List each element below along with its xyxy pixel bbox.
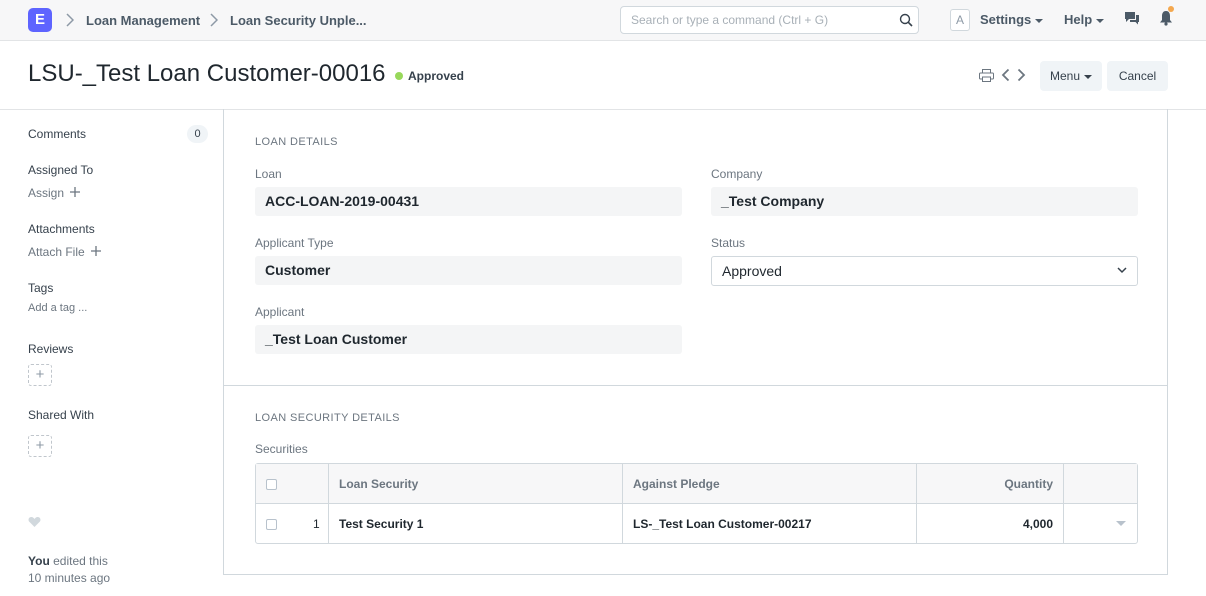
chevron-down-icon [1117,267,1127,274]
applicant-field[interactable]: _Test Loan Customer [255,325,682,354]
caret-down-icon [1084,74,1093,79]
edit-log: You edited this [28,554,108,568]
column-header-against-pledge: Against Pledge [633,477,720,491]
applicant-label: Applicant [255,305,305,319]
status-label: Status [711,236,746,250]
row-expand-icon[interactable] [1116,521,1126,526]
comments-count-badge: 0 [187,125,208,143]
help-label: Help [1064,12,1093,27]
status-select[interactable]: Approved [711,256,1138,286]
search-icon[interactable] [899,13,913,27]
menu-label: Menu [1049,69,1081,83]
notification-dot [1168,6,1174,12]
status-label: Approved [408,69,465,83]
app-logo[interactable]: E [28,8,52,32]
sidebar-reviews-label: Reviews [28,342,74,356]
page-title: LSU-_Test Loan Customer-00016 [28,60,386,87]
column-header-loan-security: Loan Security [339,477,419,491]
breadcrumb-loan-security-unpledge[interactable]: Loan Security Unple... [230,13,367,28]
attach-file-link[interactable]: Attach File [28,245,102,259]
plus-icon [70,187,81,197]
caret-down-icon [1035,18,1044,23]
assign-label: Assign [28,186,65,200]
user-avatar[interactable]: A [950,9,970,31]
search-input[interactable] [621,7,881,33]
breadcrumb-loan-management[interactable]: Loan Management [86,13,200,28]
securities-table: Loan Security Against Pledge Quantity 1 … [255,463,1138,544]
settings-label: Settings [980,12,1032,27]
sidebar-comments-label[interactable]: Comments [28,127,86,141]
status-indicator: Approved [395,69,464,83]
row-index: 1 [313,517,320,531]
chevron-left-icon[interactable] [1001,68,1010,82]
section-title-loan-security-details: LOAN SECURITY DETAILS [255,412,400,424]
search-bar [620,6,919,34]
column-header-quantity: Quantity [1004,477,1053,491]
loan-field[interactable]: ACC-LOAN-2019-00431 [255,187,682,216]
status-dot [395,72,403,80]
applicant-type-field[interactable]: Customer [255,256,682,285]
help-dropdown[interactable]: Help [1064,12,1105,27]
add-share-button[interactable]: + [28,435,52,457]
chat-icon[interactable] [1124,11,1140,26]
settings-dropdown[interactable]: Settings [980,12,1044,27]
cancel-button[interactable]: Cancel [1107,61,1168,91]
menu-button[interactable]: Menu [1040,61,1102,91]
sidebar-attachments-label: Attachments [28,222,95,236]
company-label: Company [711,167,763,181]
section-divider [224,385,1167,386]
assign-link[interactable]: Assign [28,186,81,200]
chevron-right-icon[interactable] [1017,68,1026,82]
sidebar-assigned-to-label: Assigned To [28,163,94,177]
chevron-right-icon [66,13,74,27]
add-review-button[interactable]: + [28,364,52,386]
loan-label: Loan [255,167,282,181]
cell-against-pledge[interactable]: LS-_Test Loan Customer-00217 [633,517,812,531]
caret-down-icon [1096,18,1105,23]
securities-label: Securities [255,442,308,456]
plus-icon [91,246,102,256]
chevron-right-icon [210,13,218,27]
select-all-checkbox[interactable] [266,479,277,490]
edited-text: edited this [53,554,108,568]
editor-name: You [28,554,50,568]
sidebar-shared-with-label: Shared With [28,408,95,422]
heart-icon[interactable] [28,516,41,528]
form-card: LOAN DETAILS Loan ACC-LOAN-2019-00431 Co… [223,109,1168,575]
add-tag-input[interactable]: Add a tag ... [28,302,87,314]
row-checkbox[interactable] [266,519,277,530]
cell-loan-security[interactable]: Test Security 1 [339,517,423,531]
edited-time: 10 minutes ago [28,571,111,585]
attach-file-label: Attach File [28,245,85,259]
applicant-type-label: Applicant Type [255,236,334,250]
cell-quantity[interactable]: 4,000 [1023,517,1053,531]
section-title-loan-details: LOAN DETAILS [255,136,338,148]
status-select-value: Approved [722,263,782,279]
company-field[interactable]: _Test Company [711,187,1138,216]
sidebar-tags-label: Tags [28,281,54,295]
print-icon[interactable] [979,69,994,82]
navbar: E Loan Management Loan Security Unple...… [0,0,1206,41]
bell-icon[interactable] [1159,10,1173,26]
